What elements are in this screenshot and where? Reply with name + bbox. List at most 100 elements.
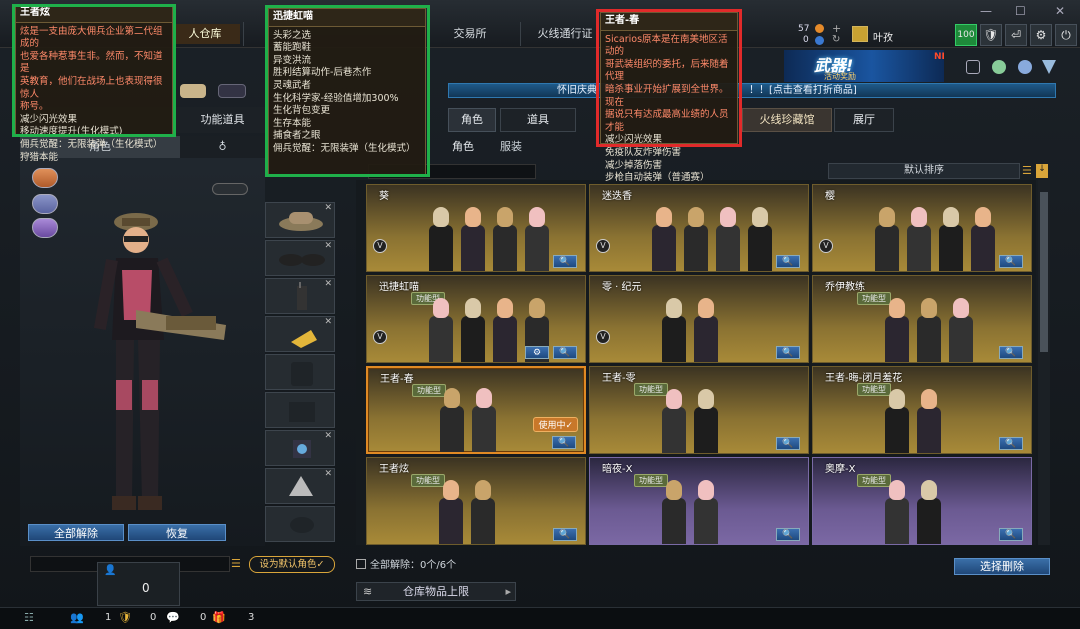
menu-icon[interactable]: ☷ xyxy=(24,611,34,624)
slot-radio[interactable]: ✕ xyxy=(265,278,335,314)
slot-gadget[interactable]: ✕ xyxy=(265,430,335,466)
card-name: 王者-晦-闭月羞花 xyxy=(825,373,903,384)
head-toggle-icon[interactable] xyxy=(180,84,206,98)
skill-icon-3[interactable] xyxy=(32,218,58,238)
count-value: 0 xyxy=(142,581,150,595)
rank-slot-3-icon[interactable] xyxy=(1018,60,1032,74)
tab-outfit-icon[interactable]: ♁ xyxy=(180,136,265,158)
notice-bar[interactable]: 怀旧庆典 ！！[点击查看打折商品] xyxy=(448,83,1056,98)
preview-icon[interactable]: 🔍 xyxy=(776,528,800,541)
tab-collection[interactable]: 火线珍藏馆 xyxy=(742,108,832,132)
character-card[interactable]: 零 · 纪元 V 🔍 xyxy=(589,275,809,363)
character-figure xyxy=(692,298,720,362)
character-card[interactable]: 迅捷虹喵 功能型 V 🔍 ⚙ xyxy=(366,275,586,363)
event-banner[interactable]: 武器! 活动奖励 NEW xyxy=(784,50,944,82)
preview-icon[interactable]: 🔍 xyxy=(553,255,577,268)
exit-icon[interactable]: ⏎ xyxy=(1005,24,1027,46)
banner-sub: 活动奖励 xyxy=(824,72,856,81)
checkbox-icon[interactable] xyxy=(356,559,366,569)
tab-main-character[interactable]: 角色 xyxy=(448,108,496,132)
game-window: 人仓库 交易所 火线通行证 57 + 0 ↻ 叶孜 100 🛡 ⏎ ⚙ ⏻ — … xyxy=(0,0,1080,629)
character-card[interactable]: 奥摩-X 功能型 🔍 xyxy=(812,457,1032,545)
character-card[interactable]: 王者-晦-闭月羞花 功能型 🔍 xyxy=(812,366,1032,454)
skill-icon-1[interactable] xyxy=(32,168,58,188)
slot-pants[interactable] xyxy=(265,392,335,428)
preview-icon[interactable]: 🔍 xyxy=(999,528,1023,541)
scrollbar[interactable] xyxy=(1038,180,1050,545)
tab-hall[interactable]: 展厅 xyxy=(834,108,894,132)
slot-pet[interactable]: ✕ xyxy=(265,316,335,352)
character-card[interactable]: 乔伊教练 功能型 🔍 xyxy=(812,275,1032,363)
preview-icon[interactable]: 🔍 xyxy=(776,346,800,359)
faction-icon: V xyxy=(373,239,387,253)
skill-detail-icon[interactable]: ⚙ xyxy=(525,346,549,359)
character-figure xyxy=(491,207,519,271)
character-card[interactable]: 葵 V 🔍 xyxy=(366,184,586,272)
storage-limit-button[interactable]: ≋ 仓库物品上限 ▸ xyxy=(356,582,516,601)
character-card[interactable]: 迷迭香 V 🔍 xyxy=(589,184,809,272)
character-figure xyxy=(915,298,943,362)
character-card[interactable]: 王者-零 功能型 🔍 xyxy=(589,366,809,454)
character-figure xyxy=(650,207,678,271)
subtab-outfit[interactable]: 服装 xyxy=(500,138,522,154)
list-icon[interactable]: ☰ xyxy=(231,557,245,571)
preview-icon[interactable]: 🔍 xyxy=(776,437,800,450)
shield-badge-icon[interactable]: 🛡 xyxy=(118,611,132,624)
minimize-icon[interactable]: — xyxy=(980,4,992,18)
character-figure xyxy=(469,480,497,544)
gear-icon[interactable]: ⚙ xyxy=(1030,24,1052,46)
slot-extra[interactable] xyxy=(265,506,335,542)
slot-hat[interactable]: ✕ xyxy=(265,202,335,238)
power-icon[interactable]: ⏻ xyxy=(1055,24,1077,46)
preview-icon[interactable]: 🔍 xyxy=(999,255,1023,268)
set-default-role-button[interactable]: 设为默认角色✓ xyxy=(249,556,335,573)
filter-toggle-icon[interactable] xyxy=(218,84,246,98)
tab-main-props[interactable]: 道具 xyxy=(500,108,576,132)
preview-icon[interactable]: 🔍 xyxy=(553,346,577,359)
character-card[interactable]: 王者-春 功能型 使用中✓ 🔍 xyxy=(366,366,586,454)
character-card[interactable]: 樱 V 🔍 xyxy=(812,184,1032,272)
unequip-all-button[interactable]: 全部解除 xyxy=(28,524,124,541)
character-figure xyxy=(438,388,466,452)
chat-count: 0 xyxy=(200,612,207,623)
sort-dropdown[interactable]: 默认排序 xyxy=(828,163,1020,179)
shield-icon[interactable]: 🛡 xyxy=(980,24,1002,46)
character-figure xyxy=(491,298,519,362)
select-delete-button[interactable]: 选择删除 xyxy=(954,558,1050,575)
slot-glasses[interactable]: ✕ xyxy=(265,240,335,276)
slot-emblem[interactable]: ✕ xyxy=(265,468,335,504)
tab-exchange[interactable]: 交易所 xyxy=(430,24,510,44)
gift-icon[interactable]: 🎁 xyxy=(212,611,226,624)
rank-slot-1-icon[interactable] xyxy=(966,60,980,74)
sort-order-icon[interactable]: ↓ xyxy=(1036,164,1048,178)
character-card[interactable]: 王者炫 功能型 🔍 xyxy=(366,457,586,545)
preview-icon[interactable]: 🔍 xyxy=(999,437,1023,450)
tab-pass[interactable]: 火线通行证 xyxy=(530,24,600,44)
character-figure xyxy=(873,207,901,271)
subtab-character[interactable]: 角色 xyxy=(452,138,474,154)
restore-button[interactable]: 恢复 xyxy=(128,524,226,541)
faction-icon: V xyxy=(596,239,610,253)
character-figure xyxy=(883,298,911,362)
list-view-icon[interactable]: ☰ xyxy=(1022,164,1032,177)
preview-icon[interactable]: 🔍 xyxy=(776,255,800,268)
skill-icon-2[interactable] xyxy=(32,194,58,214)
character-figure xyxy=(746,207,774,271)
card-name: 樱 xyxy=(825,191,835,202)
friends-icon[interactable]: 👥 xyxy=(70,611,84,624)
preview-icon[interactable]: 🔍 xyxy=(553,528,577,541)
rank-slot-4-icon[interactable] xyxy=(1042,60,1056,74)
rank-slot-2-icon[interactable] xyxy=(992,60,1006,74)
preview-icon[interactable]: 🔍 xyxy=(552,436,576,449)
close-icon[interactable]: ✕ xyxy=(1055,4,1065,18)
character-card[interactable]: 暗夜-X 功能型 🔍 xyxy=(589,457,809,545)
character-figure xyxy=(937,207,965,271)
tab-warehouse[interactable]: 人仓库 xyxy=(170,24,240,44)
maximize-icon[interactable]: ☐ xyxy=(1015,4,1026,18)
chat-icon[interactable]: 💬 xyxy=(166,611,180,624)
visibility-toggle[interactable] xyxy=(212,183,248,195)
refresh-icon[interactable]: ↻ xyxy=(832,34,840,45)
tab-functional[interactable]: 功能道具 xyxy=(180,107,265,133)
preview-icon[interactable]: 🔍 xyxy=(999,346,1023,359)
slot-vest[interactable] xyxy=(265,354,335,390)
